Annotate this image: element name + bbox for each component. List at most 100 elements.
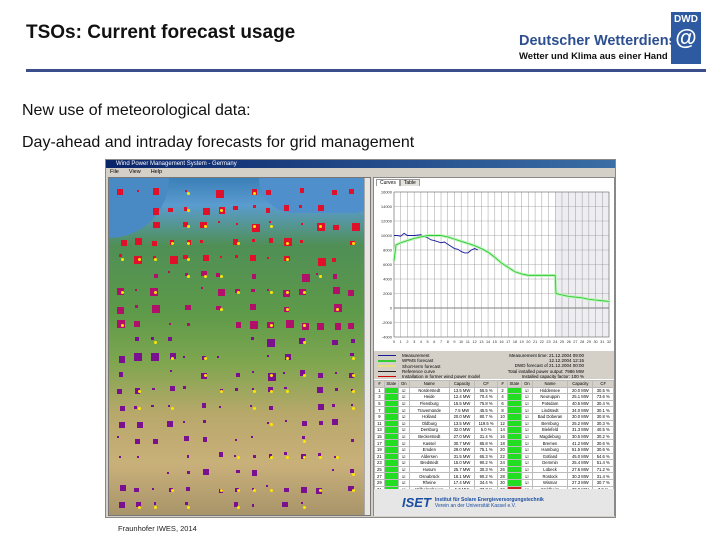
germany-wind-map[interactable] (108, 177, 371, 516)
column-header[interactable]: Name (408, 380, 450, 388)
enabled-checkbox[interactable]: ☑ (520, 452, 533, 461)
wind-power-marker (203, 419, 207, 423)
station-dot (220, 274, 223, 278)
column-header[interactable]: CF (592, 380, 614, 388)
table-row[interactable]: 21 ☑ Aldersen 31.5 MW 65.3 % 22 ☑ Gotland 45.0 M… (374, 452, 614, 461)
wind-power-marker (301, 273, 310, 282)
name-cell: Norderstedt (408, 386, 450, 395)
table-row[interactable]: 25 ☑ Husum 25.7 MW 30.3 % 26 ☑ Lübeck 27.6 MW 71.… (374, 465, 614, 474)
status-cell (383, 439, 399, 447)
wind-power-marker (266, 354, 269, 357)
menu-view[interactable]: View (129, 168, 141, 176)
enabled-checkbox[interactable]: ☑ (520, 459, 533, 467)
column-header[interactable]: # (374, 380, 385, 388)
enabled-checkbox[interactable]: ☑ (397, 393, 410, 401)
enabled-checkbox[interactable]: ☑ (520, 399, 533, 408)
column-header[interactable]: Name (531, 380, 569, 388)
enabled-checkbox[interactable]: ☑ (397, 412, 410, 421)
column-header[interactable]: On (397, 380, 410, 388)
table-row[interactable]: 7 ☑ Travemünde 7.5 MW 45.5 % 8 ☑ Lindstedt 34.0 … (374, 406, 614, 414)
enabled-checkbox[interactable]: ☑ (397, 439, 410, 447)
wind-power-marker (350, 338, 356, 344)
map-scrollbar[interactable] (364, 178, 370, 515)
wind-power-marker (118, 356, 126, 364)
column-header[interactable]: State (506, 380, 522, 388)
table-row[interactable]: 17 ☑ Kassel 30.7 MW 85.8 % 18 ☑ Bremen 41.2 MW 30… (374, 439, 614, 447)
id-cell: 19 (374, 445, 385, 454)
enabled-checkbox[interactable]: ☑ (520, 478, 533, 487)
enabled-checkbox[interactable]: ☑ (520, 465, 533, 474)
wind-power-marker (318, 420, 324, 426)
wind-power-marker (168, 207, 173, 213)
table-row[interactable]: 11 ☑ Oldburg 13.5 MW 119.5 % 12 ☑ Bernburg 25.2 … (374, 419, 614, 428)
table-row[interactable]: 19 ☑ Emden 29.0 MW 75.1 % 20 ☑ Hamburg 51.5 MW 30… (374, 445, 614, 454)
station-dot (269, 390, 273, 393)
enabled-checkbox[interactable]: ☑ (520, 406, 533, 414)
table-row[interactable]: 1 ☑ Norderstedt 13.5 MW 55.5 % 2 ☑ Hiddensee 20.… (374, 386, 614, 395)
wind-power-marker (250, 436, 253, 439)
enabled-checkbox[interactable]: ☑ (520, 386, 533, 395)
capacity-cell: 30.0 MW (567, 412, 594, 421)
enabled-checkbox[interactable]: ☑ (397, 452, 410, 461)
enabled-checkbox[interactable]: ☑ (397, 426, 410, 434)
wind-power-marker (251, 288, 255, 292)
table-row[interactable]: 23 ☑ Bredstedt 15.0 MW 90.2 % 24 ☑ Demmin 25.4 M… (374, 459, 614, 467)
tab-curves[interactable]: Curves (376, 179, 400, 186)
tab-table[interactable]: Table (399, 179, 420, 186)
station-dot (187, 274, 190, 278)
enabled-checkbox[interactable]: ☑ (520, 419, 533, 428)
enabled-checkbox[interactable]: ☑ (520, 472, 533, 480)
table-row[interactable]: 27 ☑ Osnabrück 18.1 MW 90.2 % 28 ☑ Rostock 30.3 … (374, 472, 614, 480)
wind-power-marker (265, 208, 271, 213)
station-dot (352, 373, 355, 377)
column-header[interactable]: # (497, 380, 508, 388)
menu-help[interactable]: Help (151, 168, 162, 176)
enabled-checkbox[interactable]: ☑ (397, 399, 410, 408)
wind-power-marker (302, 421, 308, 427)
enabled-checkbox[interactable]: ☑ (520, 445, 533, 454)
wind-power-marker (152, 208, 160, 216)
station-dot (121, 258, 124, 261)
enabled-checkbox[interactable]: ☑ (397, 465, 410, 474)
name-cell: Bad Doberan (531, 412, 569, 421)
y-tick-label: 8000 (383, 248, 393, 253)
enabled-checkbox[interactable]: ☑ (397, 432, 410, 441)
enabled-checkbox[interactable]: ☑ (397, 459, 410, 467)
enabled-checkbox[interactable]: ☑ (397, 445, 410, 454)
enabled-checkbox[interactable]: ☑ (397, 419, 410, 428)
x-tick-label: 13 (479, 340, 483, 344)
x-tick-label: 27 (573, 340, 577, 344)
status-cell (506, 445, 522, 454)
enabled-checkbox[interactable]: ☑ (397, 386, 410, 395)
enabled-checkbox[interactable]: ☑ (520, 393, 533, 401)
station-dot (302, 505, 306, 509)
column-header[interactable]: CF (474, 380, 499, 388)
table-row[interactable]: 3 ☑ Heide 12.4 MW 70.4 % 4 ☑ Neuruppin 25.1 MW 73… (374, 393, 614, 401)
wind-power-marker (251, 238, 256, 242)
status-cell (383, 478, 399, 487)
legend-swatch (378, 375, 396, 378)
enabled-checkbox[interactable]: ☑ (520, 412, 533, 421)
enabled-checkbox[interactable]: ☑ (520, 439, 533, 447)
station-dot (335, 456, 339, 459)
column-header[interactable]: State (383, 380, 399, 388)
menu-file[interactable]: File (110, 168, 119, 176)
column-header[interactable]: Capacity (567, 380, 594, 388)
column-header[interactable]: On (520, 380, 533, 388)
capacity-cell: 45.0 MW (567, 452, 594, 461)
enabled-checkbox[interactable]: ☑ (397, 472, 410, 480)
capacity-cell: 27.6 MW (567, 465, 594, 474)
column-header[interactable]: Capacity (448, 380, 476, 388)
table-row[interactable]: 29 ☑ Rheine 17.4 MW 34.4 % 30 ☑ Wismar 27.3 MW 30… (374, 478, 614, 487)
enabled-checkbox[interactable]: ☑ (397, 406, 410, 414)
enabled-checkbox[interactable]: ☑ (397, 478, 410, 487)
info-capacity-factor: Installed capacity factor: 100 % (521, 374, 584, 379)
table-row[interactable]: 9 ☑ Holland 20.0 MW 80.7 % 10 ☑ Bad Doberan 30.0… (374, 412, 614, 421)
status-cell (506, 472, 522, 480)
enabled-checkbox[interactable]: ☑ (520, 426, 533, 434)
table-row[interactable]: 13 ☑ Dersburg 32.0 MW 5.0 % 14 ☑ Bielefeld 31.3 … (374, 426, 614, 434)
enabled-checkbox[interactable]: ☑ (520, 432, 533, 441)
wind-power-marker (266, 485, 269, 488)
table-row[interactable]: 15 ☑ Beckerstedt 27.0 MW 31.4 % 16 ☑ Magdeburg 3… (374, 432, 614, 441)
table-row[interactable]: 5 ☑ Flensburg 15.5 MW 75.8 % 6 ☑ Potsdam 40.5 MW… (374, 399, 614, 408)
